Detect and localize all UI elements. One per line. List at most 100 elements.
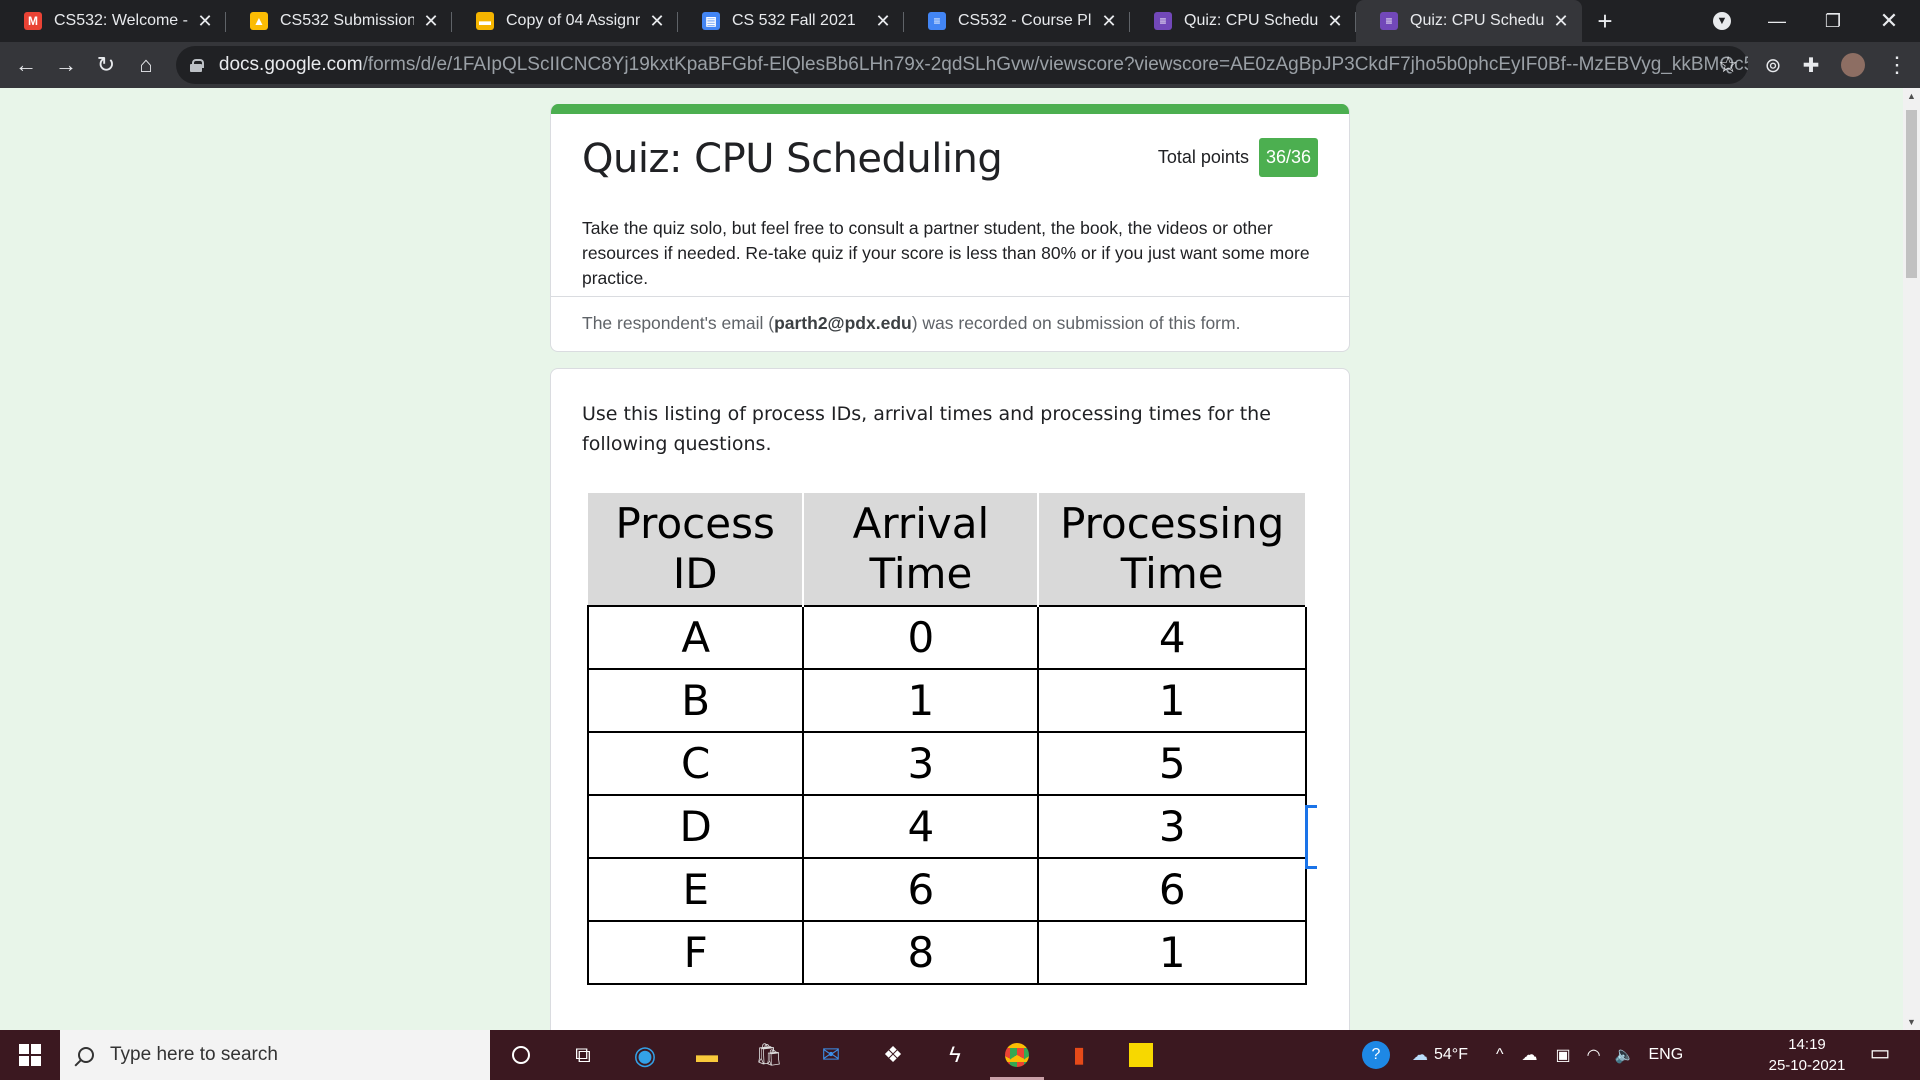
header-arrival-time: Arrival Time (803, 493, 1040, 606)
tab-title: CS 532 Fall 2021 (732, 12, 856, 29)
task-view-icon: ⧉ (575, 1042, 591, 1067)
chevron-down-icon: ▼ (1713, 12, 1731, 30)
windows-logo-icon (19, 1044, 41, 1066)
close-tab-icon[interactable]: ✕ (646, 11, 668, 32)
arrow-right-icon: → (55, 52, 77, 77)
page-scrollbar[interactable]: ▲ ▼ (1903, 88, 1920, 1030)
address-bar[interactable]: docs.google.com/forms/d/e/1FAIpQLScIICNC… (176, 46, 1748, 84)
tab-strip: M CS532: Welcome - par ✕ ▲ CS532 Submissions… (0, 0, 1920, 42)
cortana-button[interactable] (490, 1030, 552, 1080)
office-button[interactable]: ▮ (1048, 1030, 1110, 1080)
tab-title: Quiz: CPU Scheduling (1410, 12, 1544, 29)
taskbar-clock[interactable]: 14:19 25-10-2021 (1762, 1034, 1852, 1076)
cell-arrival-time: 6 (802, 857, 1040, 922)
edge-icon: ◉ (633, 1039, 657, 1070)
scroll-down-arrow-icon[interactable]: ▼ (1903, 1014, 1920, 1030)
browser-tab[interactable]: ≡ CS532 - Course Plan fo ✕ (904, 0, 1130, 42)
monitor-icon[interactable]: ▣ (1555, 1045, 1570, 1065)
chrome-button[interactable] (986, 1030, 1048, 1080)
cell-processing-time: 3 (1037, 794, 1307, 859)
extension-icon[interactable]: ⊚ (1756, 48, 1790, 82)
temperature[interactable]: 54°F (1434, 1046, 1468, 1064)
score-badge: 36/36 (1258, 138, 1318, 177)
mail-button[interactable]: ✉ (800, 1030, 862, 1080)
minimize-button[interactable]: — (1754, 0, 1800, 42)
help-icon[interactable]: ? (1362, 1041, 1390, 1069)
cell-processing-time: 6 (1037, 857, 1307, 922)
chevron-up-icon[interactable]: ^ (1496, 1046, 1504, 1064)
cell-processing-time: 5 (1037, 731, 1307, 796)
total-points-label: Total points (1157, 147, 1249, 167)
tab-search-button[interactable]: ▼ (1700, 0, 1744, 42)
wifi-icon[interactable]: ◠ (1587, 1045, 1601, 1065)
reload-button[interactable]: ↻ (86, 45, 126, 85)
header-line: Time (1120, 549, 1224, 598)
extensions-puzzle-icon[interactable]: ✚ (1794, 48, 1828, 82)
search-placeholder: Type here to search (110, 1044, 278, 1065)
question-card: Use this listing of process IDs, arrival… (550, 368, 1350, 1030)
close-tab-icon[interactable]: ✕ (420, 11, 442, 32)
back-button[interactable]: ← (6, 45, 46, 85)
chrome-icon (1005, 1043, 1029, 1067)
new-tab-button[interactable]: + (1582, 0, 1628, 42)
close-tab-icon[interactable]: ✕ (194, 11, 216, 32)
scrollbar-thumb[interactable] (1906, 110, 1917, 278)
toolbar: ← → ↻ ⌂ docs.google.com/forms/d/e/1FAIpQ… (0, 42, 1920, 88)
store-button[interactable]: 🛍 (738, 1030, 800, 1080)
page-viewport: Quiz: CPU Scheduling Total points 36/36 … (0, 88, 1903, 1030)
respondent-email-note: The respondent's email (parth2@pdx.edu) … (551, 296, 1349, 351)
scroll-up-arrow-icon[interactable]: ▲ (1903, 88, 1920, 104)
menu-button[interactable]: ⋮ (1880, 48, 1914, 82)
sticky-notes-button[interactable] (1110, 1030, 1172, 1080)
cell-process-id: A (586, 605, 805, 670)
task-view-button[interactable]: ⧉ (552, 1030, 614, 1080)
edge-button[interactable]: ◉ (614, 1030, 676, 1080)
cell-process-id: D (586, 794, 805, 859)
close-tab-icon[interactable]: ✕ (872, 11, 894, 32)
table-row: F 8 1 (586, 920, 1307, 985)
taskbar-search-box[interactable]: Type here to search (60, 1030, 490, 1080)
table-header-row: Process ID Arrival Time Processing Time (588, 493, 1307, 606)
close-tab-icon[interactable]: ✕ (1324, 11, 1346, 32)
tab-title: Quiz: CPU Scheduling (1184, 12, 1318, 29)
tab-title: CS532 Submissions fo (280, 12, 414, 29)
header-line: Time (869, 549, 973, 598)
close-tab-icon[interactable]: ✕ (1550, 11, 1572, 32)
forward-button[interactable]: → (46, 45, 86, 85)
browser-tab[interactable]: ▬ Copy of 04 Assignmen ✕ (452, 0, 678, 42)
clock-time: 14:19 (1788, 1036, 1826, 1053)
system-tray: ? ☁ 54°F ^ ☁ ▣ ◠ 🔈 ENG (1362, 1030, 1683, 1080)
email-suffix: ) was recorded on submission of this for… (911, 313, 1241, 333)
email-prefix: The respondent's email ( (582, 313, 775, 333)
process-table: Process ID Arrival Time Processing Time … (586, 493, 1307, 985)
cell-processing-time: 1 (1037, 920, 1307, 985)
browser-tab[interactable]: ▤ CS 532 Fall 2021 ✕ (678, 0, 904, 42)
browser-tab[interactable]: ≡ Quiz: CPU Scheduling ✕ (1130, 0, 1356, 42)
tab-list: M CS532: Welcome - par ✕ ▲ CS532 Submissions… (0, 0, 1582, 42)
forms-icon: ≡ (1380, 12, 1398, 30)
browser-tab[interactable]: ▲ CS532 Submissions fo ✕ (226, 0, 452, 42)
folder-icon: ▬ (696, 1042, 718, 1067)
volume-icon[interactable]: 🔈 (1615, 1045, 1635, 1065)
language-indicator[interactable]: ENG (1649, 1046, 1684, 1064)
drive-icon: ▲ (250, 12, 268, 30)
file-explorer-button[interactable]: ▬ (676, 1030, 738, 1080)
bookmark-star-icon[interactable]: ☆ (1718, 52, 1738, 78)
mail-icon: ✉ (821, 1042, 841, 1067)
lightning-icon: ϟ (949, 1042, 961, 1067)
sites-icon: ▤ (702, 12, 720, 30)
app-button[interactable]: ϟ (924, 1030, 986, 1080)
profile-avatar[interactable] (1836, 48, 1870, 82)
notifications-icon[interactable]: ▭ (1866, 1040, 1894, 1068)
start-button[interactable] (0, 1030, 60, 1080)
dropbox-button[interactable]: ❖ (862, 1030, 924, 1080)
close-window-button[interactable]: ✕ (1866, 0, 1912, 42)
restore-button[interactable]: ❐ (1810, 0, 1856, 42)
browser-tab[interactable]: ≡ Quiz: CPU Scheduling ✕ (1356, 0, 1582, 42)
dropbox-icon: ❖ (883, 1042, 903, 1067)
browser-tab[interactable]: M CS532: Welcome - par ✕ (0, 0, 226, 42)
home-button[interactable]: ⌂ (126, 45, 166, 85)
onedrive-cloud-icon[interactable]: ☁ (1521, 1045, 1537, 1065)
header-processing-time: Processing Time (1038, 493, 1307, 606)
close-tab-icon[interactable]: ✕ (1098, 11, 1120, 32)
